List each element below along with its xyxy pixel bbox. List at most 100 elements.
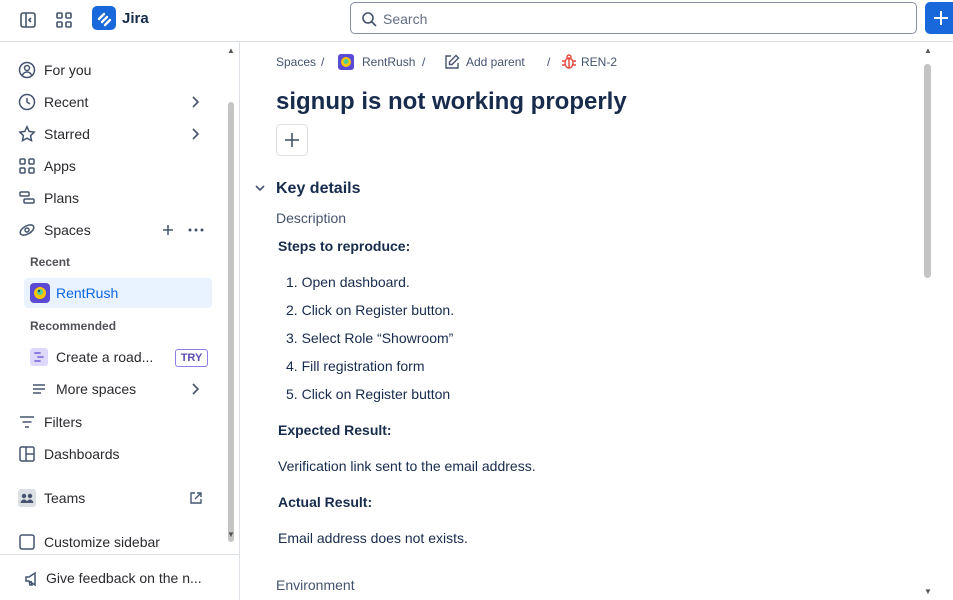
sidebar-item-label: Apps bbox=[44, 158, 76, 174]
sidebar-item-more-spaces[interactable]: More spaces bbox=[20, 374, 214, 404]
sidebar-item-label: Starred bbox=[44, 126, 90, 142]
sidebar-item-label: Recent bbox=[44, 94, 89, 110]
try-badge[interactable]: TRY bbox=[175, 349, 208, 367]
chevron-right-icon bbox=[192, 128, 200, 140]
app-name[interactable]: Jira bbox=[122, 10, 149, 27]
step-text: Select Role “Showroom” bbox=[301, 330, 454, 346]
dashboard-icon bbox=[19, 446, 35, 462]
filter-icon bbox=[20, 416, 34, 428]
breadcrumb-separator: / bbox=[547, 55, 551, 69]
clock-icon bbox=[18, 93, 36, 111]
teams-icon bbox=[18, 489, 36, 507]
app-switcher-icon[interactable] bbox=[54, 10, 74, 30]
sidebar-item-label: Create a road... bbox=[56, 349, 154, 365]
breadcrumb-project[interactable]: RentRush bbox=[362, 55, 415, 69]
top-navigation-bar: Jira Search bbox=[0, 0, 953, 42]
roadmap-icon bbox=[30, 348, 48, 366]
step-text: Open dashboard. bbox=[301, 274, 410, 290]
chevron-right-icon bbox=[192, 96, 200, 108]
sidebar-item-label: Spaces bbox=[44, 222, 91, 238]
search-placeholder: Search bbox=[383, 11, 428, 27]
sidebar-item-dashboards[interactable]: Dashboards bbox=[8, 439, 214, 469]
step-item: 5. Click on Register button bbox=[286, 386, 451, 402]
person-icon bbox=[18, 61, 36, 79]
key-details-heading[interactable]: Key details bbox=[276, 180, 360, 198]
step-item: 4. Fill registration form bbox=[286, 358, 425, 374]
external-link-icon bbox=[190, 492, 202, 504]
sidebar-item-recent[interactable]: Recent bbox=[8, 87, 214, 117]
megaphone-icon bbox=[25, 571, 36, 587]
sidebar-item-label: Customize sidebar bbox=[44, 534, 160, 550]
bug-icon bbox=[562, 54, 576, 69]
sidebar-scrollbar[interactable] bbox=[228, 102, 234, 542]
sidebar: For you Recent Starred Apps Plans Spaces… bbox=[0, 42, 240, 600]
sidebar-item-for-you[interactable]: For you bbox=[8, 55, 214, 85]
project-avatar bbox=[30, 283, 50, 303]
chevron-down-icon[interactable] bbox=[254, 182, 266, 194]
add-space-icon[interactable] bbox=[162, 224, 174, 236]
breadcrumb-separator: / bbox=[321, 55, 325, 69]
breadcrumb-add-parent[interactable]: Add parent bbox=[466, 55, 525, 69]
plus-icon bbox=[285, 133, 299, 147]
expected-text: Verification link sent to the email addr… bbox=[278, 458, 536, 474]
jira-logo[interactable] bbox=[92, 6, 116, 30]
step-text: Click on Register button bbox=[301, 386, 451, 402]
main-scrollbar[interactable] bbox=[924, 64, 931, 278]
environment-label: Environment bbox=[276, 577, 355, 593]
chevron-right-icon bbox=[192, 383, 200, 395]
sidebar-item-customize[interactable]: Customize sidebar bbox=[8, 527, 214, 557]
step-text: Click on Register button. bbox=[301, 302, 455, 318]
spaces-icon bbox=[19, 224, 35, 236]
recent-section-heading: Recent bbox=[30, 255, 71, 269]
sidebar-item-rentrush[interactable]: RentRush bbox=[24, 278, 212, 308]
sidebar-item-label: Plans bbox=[44, 190, 80, 206]
star-icon bbox=[18, 125, 36, 142]
sidebar-item-filters[interactable]: Filters bbox=[8, 407, 214, 437]
step-item: 1. Open dashboard. bbox=[286, 274, 410, 290]
create-button[interactable] bbox=[925, 2, 953, 34]
search-icon bbox=[362, 12, 377, 27]
list-icon bbox=[33, 384, 45, 394]
project-avatar-icon bbox=[338, 54, 354, 70]
actual-heading: Actual Result: bbox=[278, 494, 373, 510]
sidebar-item-label: Dashboards bbox=[44, 446, 120, 462]
breadcrumb-issue-key[interactable]: REN-2 bbox=[581, 55, 617, 69]
scroll-down-arrow[interactable]: ▼ bbox=[924, 587, 932, 596]
step-item: 3. Select Role “Showroom” bbox=[286, 330, 454, 346]
issue-title[interactable]: signup is not working properly bbox=[276, 88, 627, 116]
sidebar-toggle-icon[interactable] bbox=[18, 10, 38, 30]
sidebar-item-label: Teams bbox=[44, 490, 86, 506]
issue-view: Spaces / RentRush / Add parent / REN-2 s… bbox=[240, 42, 920, 600]
sidebar-item-teams[interactable]: Teams bbox=[8, 483, 214, 513]
sidebar-item-create-roadmap[interactable]: Create a road... bbox=[20, 342, 170, 372]
breadcrumb-separator: / bbox=[422, 55, 426, 69]
sidebar-item-label: More spaces bbox=[56, 381, 137, 397]
more-options-icon[interactable] bbox=[188, 228, 204, 232]
feedback-label: Give feedback on the n... bbox=[46, 570, 202, 586]
scroll-down-arrow[interactable]: ▼ bbox=[227, 530, 235, 539]
sidebar-item-plans[interactable]: Plans bbox=[8, 183, 214, 213]
description-label: Description bbox=[276, 210, 347, 226]
sidebar-item-label: For you bbox=[44, 62, 92, 78]
sidebar-item-apps[interactable]: Apps bbox=[8, 151, 214, 181]
add-button[interactable] bbox=[276, 124, 308, 156]
search-input[interactable]: Search bbox=[350, 2, 917, 34]
step-text: Fill registration form bbox=[301, 358, 425, 374]
plans-icon bbox=[19, 191, 35, 204]
sidebar-item-starred[interactable]: Starred bbox=[8, 119, 214, 149]
sidebar-item-spaces[interactable]: Spaces bbox=[8, 215, 214, 245]
breadcrumb-spaces[interactable]: Spaces bbox=[276, 55, 316, 69]
customize-icon bbox=[19, 534, 35, 550]
actual-text: Email address does not exists. bbox=[278, 530, 468, 546]
feedback-button[interactable]: Give feedback on the n... bbox=[0, 554, 239, 600]
step-item: 2. Click on Register button. bbox=[286, 302, 455, 318]
steps-heading: Steps to reproduce: bbox=[278, 238, 411, 254]
apps-icon bbox=[19, 158, 35, 174]
scroll-up-arrow[interactable]: ▲ bbox=[227, 46, 235, 55]
scroll-up-arrow[interactable]: ▲ bbox=[924, 46, 932, 55]
sidebar-item-label: RentRush bbox=[56, 285, 119, 301]
sidebar-item-label: Filters bbox=[44, 414, 83, 430]
edit-icon bbox=[445, 54, 460, 69]
plus-icon bbox=[934, 11, 948, 25]
expected-heading: Expected Result: bbox=[278, 422, 392, 438]
